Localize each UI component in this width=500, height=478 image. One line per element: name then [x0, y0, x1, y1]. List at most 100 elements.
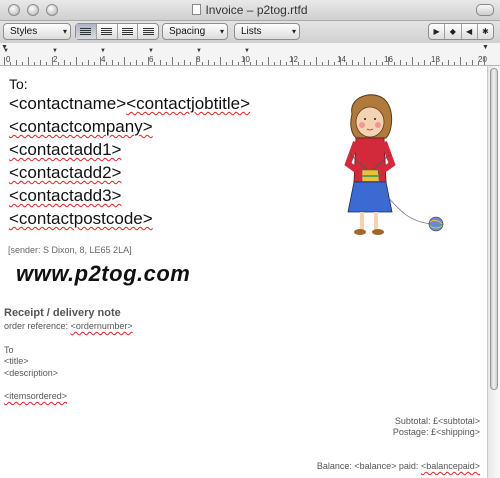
align-justify-icon	[121, 27, 133, 36]
ruler-tick	[154, 62, 155, 65]
ruler-tick	[190, 62, 191, 65]
brand-logo-text: www.p2tog.com	[16, 261, 191, 286]
ruler-tick	[250, 62, 251, 65]
ruler-tick	[58, 62, 59, 65]
ruler-tick	[100, 57, 101, 65]
ruler-tick	[178, 62, 179, 65]
ruler-tick	[376, 60, 377, 65]
contactadd1-field: <contactadd1>	[9, 140, 122, 159]
ruler-tick	[184, 60, 185, 65]
to-label: To:	[9, 76, 28, 92]
lists-popup[interactable]: Lists ▾	[234, 23, 300, 40]
right-tab-button[interactable]: ◀	[462, 24, 478, 39]
document-text-view[interactable]: To: <contactname><contactjobtitle> <cont…	[0, 66, 488, 478]
chevron-updown-icon: ▾	[62, 27, 67, 36]
center-tab-button[interactable]: ◆	[445, 24, 462, 39]
tab-marker[interactable]: ▼	[244, 48, 250, 54]
ruler-tick	[430, 62, 431, 65]
contactadd2-field: <contactadd2>	[9, 163, 122, 182]
right-margin-marker[interactable]: ▼	[482, 44, 489, 51]
chevron-updown-icon: ▾	[291, 27, 296, 36]
ruler-tick	[352, 60, 353, 65]
subtotal-line: Subtotal: £<subtotal>	[394, 416, 480, 426]
ruler-tick	[394, 62, 395, 65]
ruler-tick	[196, 57, 197, 65]
ruler-tick	[472, 60, 473, 65]
ruler-tick	[328, 60, 329, 65]
balance-line: Balance: <balance> paid: <balancepaid>	[317, 461, 480, 471]
ruler-tick	[454, 62, 455, 65]
align-left-button[interactable]	[76, 24, 97, 39]
ruler-tick	[148, 57, 149, 65]
align-center-icon	[101, 27, 113, 36]
alignment-control	[75, 23, 159, 40]
spacing-popup[interactable]: Spacing ▾	[162, 23, 228, 40]
contactname-field: <contactname>	[9, 94, 127, 113]
window-title: Invoice – p2tog.rtfd	[0, 3, 500, 17]
scrollbar-thumb[interactable]	[490, 68, 498, 390]
tab-marker[interactable]: ▼	[196, 48, 202, 54]
ruler-tick	[232, 60, 233, 65]
ruler-tick	[340, 57, 341, 65]
ruler-tick	[448, 60, 449, 65]
triangle-left-icon: ◀	[466, 27, 473, 36]
ruler-tick	[40, 60, 41, 65]
ruler-tick	[478, 62, 479, 65]
ruler[interactable]: ▼ ▼ ▼ ▼ ▼ ▼ ▼ ▼ 0 2 4 6 8 10 12 14 16 18…	[0, 43, 500, 66]
ruler-tick	[310, 62, 311, 65]
left-tab-button[interactable]: ▶	[429, 24, 446, 39]
ruler-tick	[16, 60, 17, 65]
document-icon	[192, 4, 202, 15]
description-field: <description>	[4, 368, 59, 378]
ruler-number: 12	[289, 55, 298, 64]
toolbar-toggle-button[interactable]	[476, 4, 494, 16]
ruler-tick	[244, 57, 245, 65]
ruler-tick	[226, 62, 227, 65]
ruler-tick	[406, 62, 407, 65]
ruler-tick	[46, 62, 47, 65]
ruler-tick	[94, 62, 95, 65]
align-justify-button[interactable]	[118, 24, 139, 39]
ruler-tick	[436, 57, 437, 65]
align-right-button[interactable]	[138, 24, 158, 39]
tab-marker[interactable]: ▼	[100, 48, 106, 54]
ruler-tick	[22, 62, 23, 65]
ruler-tick	[292, 57, 293, 65]
ruler-tick	[412, 57, 413, 65]
ruler-tick	[76, 57, 77, 65]
postage-line: Postage: £<shipping>	[392, 427, 480, 437]
ruler-tick	[466, 62, 467, 65]
ruler-tick	[34, 62, 35, 65]
ruler-tick	[160, 60, 161, 65]
lists-popup-label: Lists	[241, 26, 262, 37]
contactcompany-field: <contactcompany>	[9, 117, 153, 136]
ruler-tick	[64, 60, 65, 65]
ruler-tick	[460, 57, 461, 65]
align-center-button[interactable]	[97, 24, 118, 39]
tab-marker[interactable]: ▼	[148, 48, 154, 54]
styles-popup[interactable]: Styles ▾	[3, 23, 71, 40]
ordernumber-field: <ordernumber>	[70, 321, 133, 331]
balancepaid-field: <balancepaid>	[420, 461, 480, 471]
tab-stops-control: ▶ ◆ ◀ ✱	[428, 23, 494, 40]
tab-marker[interactable]: ▼	[3, 48, 9, 54]
ruler-tick	[106, 62, 107, 65]
tab-marker[interactable]: ▼	[52, 48, 58, 54]
ruler-tick	[112, 60, 113, 65]
vertical-scrollbar[interactable]	[487, 66, 500, 478]
contact-name-line: <contactname><contactjobtitle>	[9, 94, 250, 114]
styles-popup-label: Styles	[10, 26, 38, 37]
ruler-tick	[370, 62, 371, 65]
ruler-tick	[418, 62, 419, 65]
contactadd3-field: <contactadd3>	[9, 186, 122, 205]
ruler-tick	[424, 60, 425, 65]
ruler-tick	[208, 60, 209, 65]
to-small-label: To	[4, 345, 14, 355]
ruler-tick	[256, 60, 257, 65]
order-reference-line: order reference: <ordernumber>	[4, 321, 133, 331]
ruler-tick	[118, 62, 119, 65]
ruler-tick	[442, 62, 443, 65]
ruler-tick	[286, 62, 287, 65]
decimal-tab-button[interactable]: ✱	[478, 24, 493, 39]
ruler-tick	[142, 62, 143, 65]
